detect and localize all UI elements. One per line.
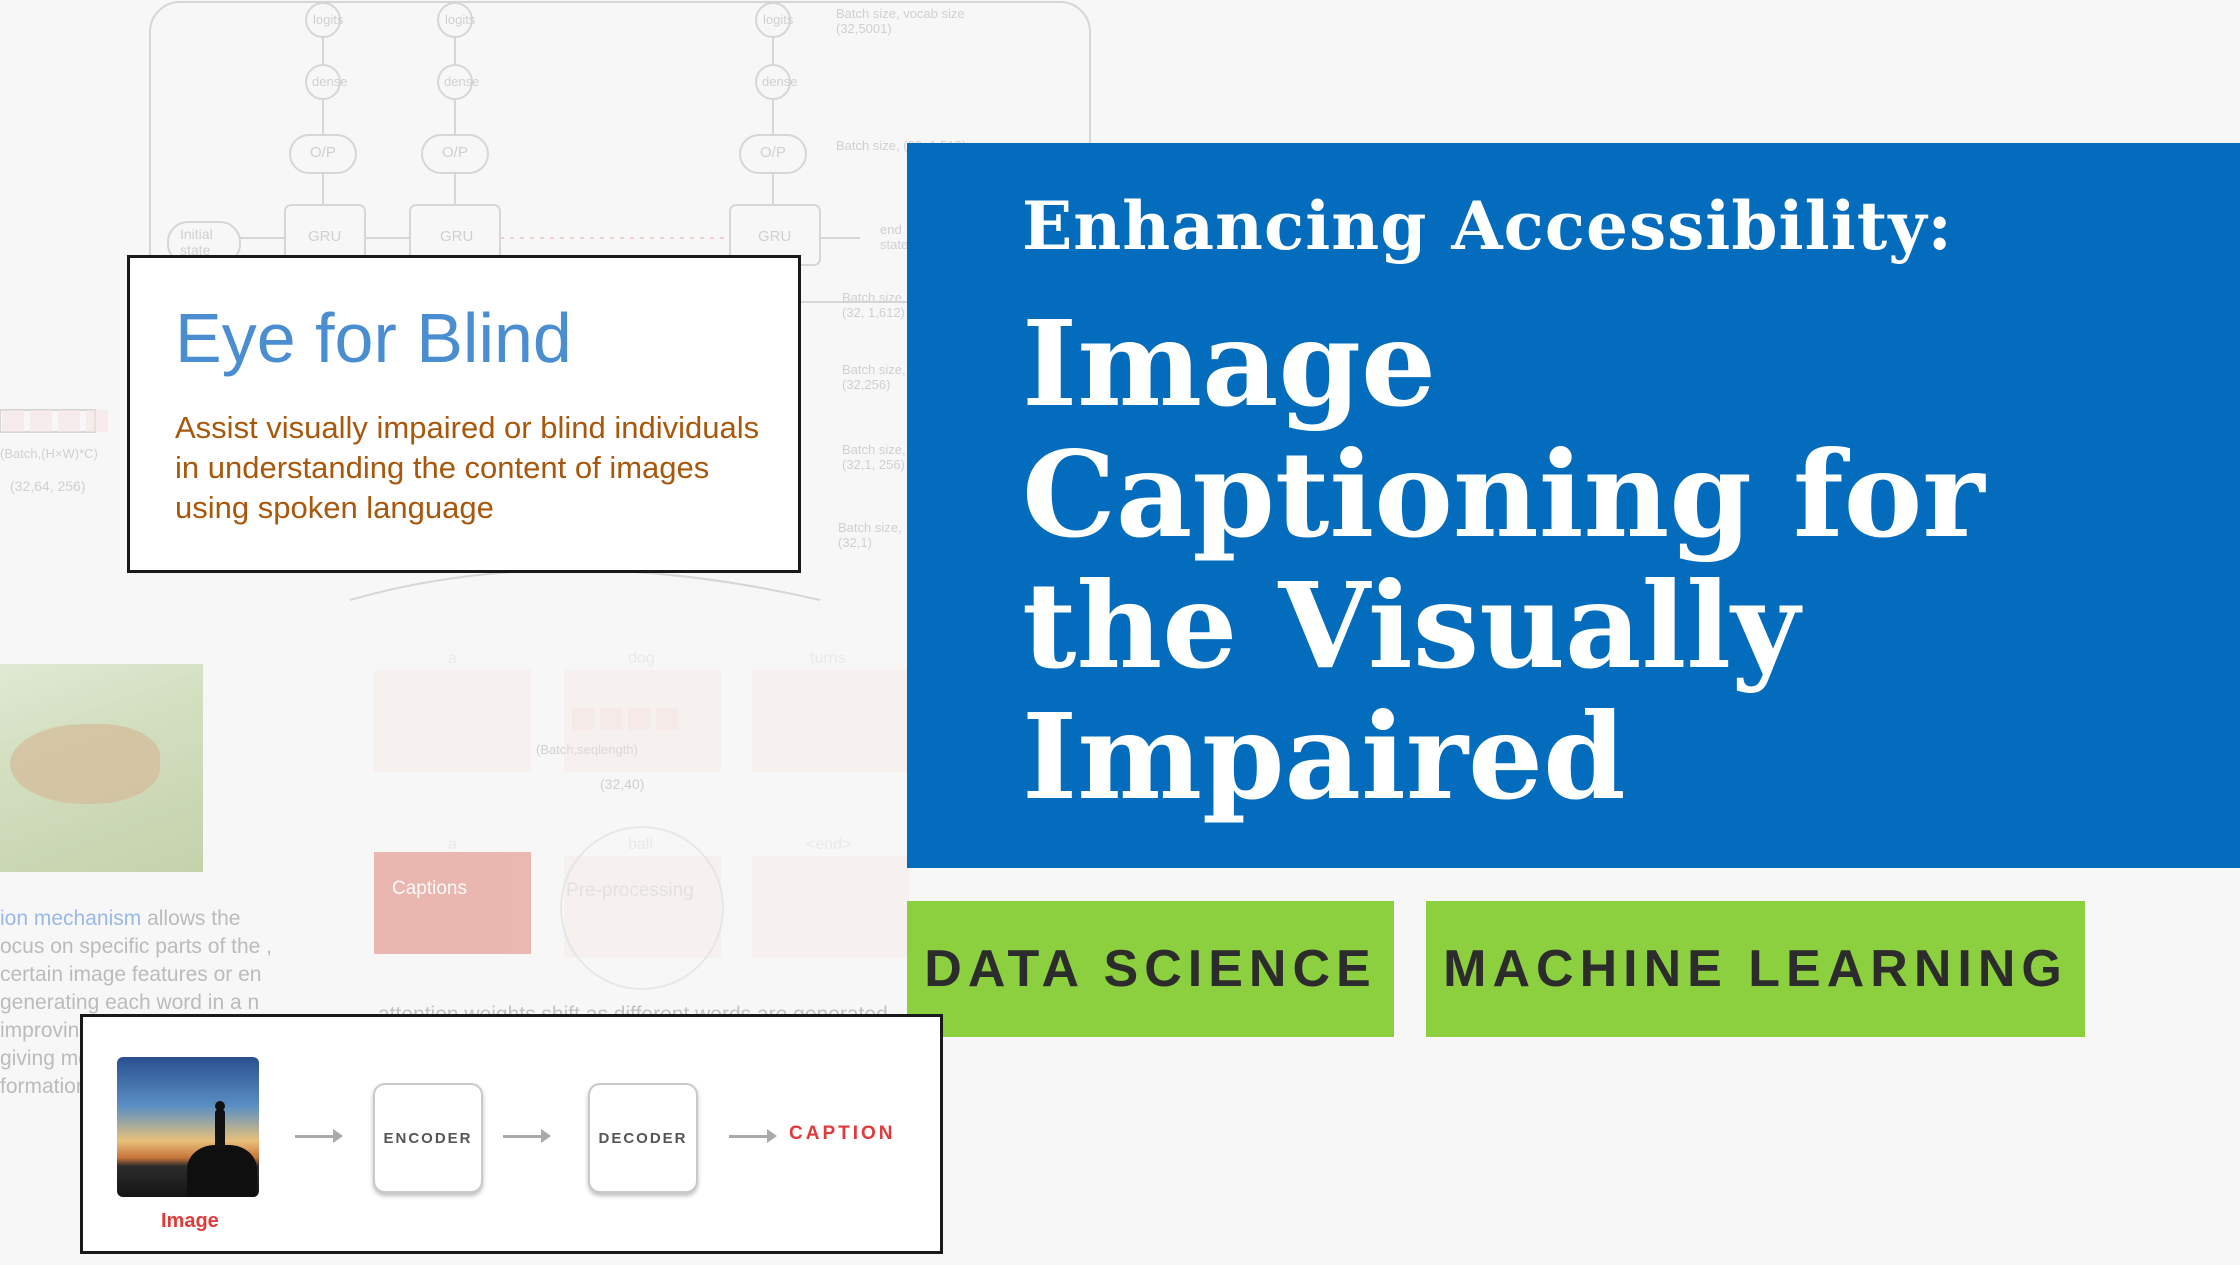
attention-thumb-3 <box>752 670 909 772</box>
thumb-word-1: a <box>448 650 457 667</box>
captioning-pipeline: Image ENCODER DECODER CAPTION <box>80 1014 943 1254</box>
attention-thumb-6 <box>752 856 909 958</box>
tag-data-science: DATA SCIENCE <box>907 901 1394 1037</box>
seq-dims-note: (32,40) <box>600 776 645 792</box>
dense-label-2: dense <box>444 74 480 89</box>
thumb-word-3: turns <box>810 650 846 667</box>
arrow-right-icon <box>729 1129 777 1143</box>
op-label-2: O/P <box>442 144 468 161</box>
arrow-right-icon <box>503 1129 551 1143</box>
vocab-shape-note: Batch size, vocab size (32,5001) <box>836 6 965 36</box>
pipeline-caption-label: CAPTION <box>789 1123 896 1144</box>
op-label-1: O/P <box>310 144 336 161</box>
panel-subtitle: Enhancing Accessibility: <box>1022 187 1953 265</box>
logits-label-2: logits <box>445 12 476 27</box>
gru-label-3: GRU <box>758 228 792 245</box>
decoder-box: DECODER <box>588 1083 698 1193</box>
dog-photo <box>0 664 203 872</box>
gru-label-2: GRU <box>440 228 474 245</box>
card-title: Eye for Blind <box>175 299 572 377</box>
title-panel: Enhancing Accessibility: Image Captionin… <box>907 143 2240 868</box>
hidden-shape-note: Batch size, (32,256) <box>842 362 906 392</box>
attention-thumb-2 <box>564 670 721 772</box>
pipeline-image-label: Image <box>161 1210 219 1232</box>
dense-label-1: dense <box>312 74 348 89</box>
panel-title: Image Captioning for the Visually Impair… <box>1022 294 1985 826</box>
tag-machine-learning: MACHINE LEARNING <box>1426 901 2085 1037</box>
features-shape-note: (Batch,(H×W)*C) <box>0 446 98 461</box>
single-shape-note: Batch size, (32,1) <box>838 520 902 550</box>
dense-label-3: dense <box>762 74 798 89</box>
pipeline-input-photo <box>117 1057 259 1197</box>
thumb-word-2: dog <box>628 650 655 667</box>
context-shape-note: Batch size, (32,1, 256) <box>842 442 906 472</box>
features-dims-note: (32,64, 256) <box>10 478 86 494</box>
eye-for-blind-card: Eye for Blind Assist visually impaired o… <box>127 255 801 573</box>
gru-shape-note: Batch size, (32, 1,612) <box>842 290 906 320</box>
captions-box: Captions <box>374 852 531 954</box>
faded-paragraph-highlight: ion mechanism <box>0 907 142 930</box>
thumb-word-6: <end> <box>806 836 852 853</box>
preprocessing-circle: Pre-processing <box>560 826 724 990</box>
logits-label-3: logits <box>763 12 794 27</box>
logits-label-1: logits <box>313 12 344 27</box>
arrow-right-icon <box>295 1129 343 1143</box>
card-description: Assist visually impaired or blind indivi… <box>175 410 760 525</box>
gru-label-1: GRU <box>308 228 342 245</box>
feature-squares <box>2 410 108 432</box>
op-label-3: O/P <box>760 144 786 161</box>
attention-thumb-1 <box>374 670 531 772</box>
encoder-box: ENCODER <box>373 1083 483 1193</box>
initial-state-label: Initial state <box>180 226 213 258</box>
